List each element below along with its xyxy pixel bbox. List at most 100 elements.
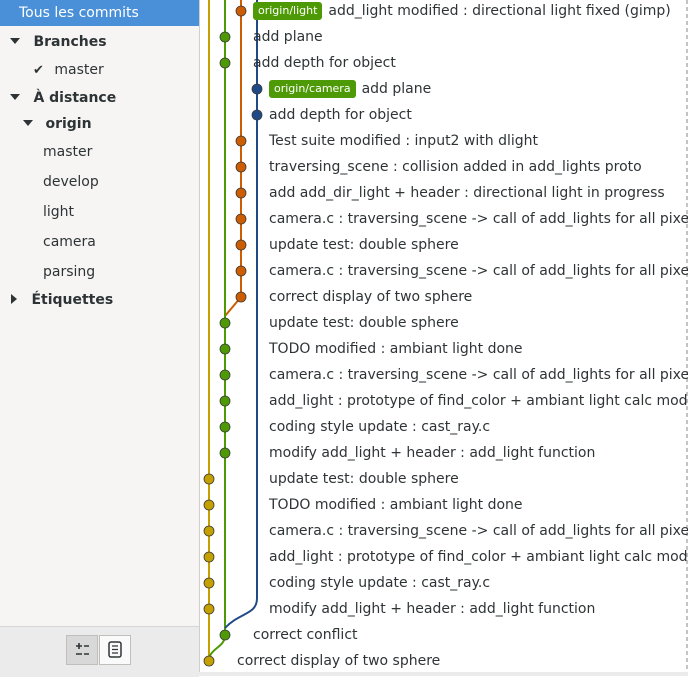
commit-row[interactable]: coding style update : cast_ray.c (200, 570, 688, 596)
branch-label: master (43, 144, 93, 160)
branches-section[interactable]: Branches (0, 29, 199, 55)
commit-row[interactable]: origin/camera add plane (200, 76, 688, 102)
commit-entry: traversing_scene : collision added in ad… (269, 154, 642, 180)
commit-row[interactable]: camera.c : traversing_scene -> call of a… (200, 206, 688, 232)
commit-message: add_light modified : directional light f… (328, 3, 671, 19)
commit-message: Test suite modified : input2 with dlight (269, 133, 538, 149)
commit-row[interactable]: update test: double sphere (200, 232, 688, 258)
commit-row[interactable]: correct conflict (200, 622, 688, 648)
commit-row[interactable]: coding style update : cast_ray.c (200, 414, 688, 440)
sidebar-item-remote-develop[interactable]: develop (0, 169, 199, 195)
commit-entry: origin/light add_light modified : directi… (253, 0, 671, 24)
tags-header: Étiquettes (31, 292, 114, 308)
commit-message: update test: double sphere (269, 237, 459, 253)
commit-row[interactable]: TODO modified : ambiant light done (200, 336, 688, 362)
expand-arrow-icon[interactable] (10, 94, 20, 100)
branches-toggle-icon (76, 643, 89, 655)
commit-row[interactable]: update test: double sphere (200, 310, 688, 336)
all-commits-item[interactable]: Tous les commits (0, 0, 199, 26)
branches-header: Branches (33, 34, 107, 50)
commit-row[interactable]: add_light : prototype of find_color + am… (200, 388, 688, 414)
commit-row[interactable]: correct display of two sphere (200, 284, 688, 310)
sidebar-item-remote-parsing[interactable]: parsing (0, 259, 199, 285)
commit-entry: add depth for object (253, 50, 396, 76)
commit-entry: coding style update : cast_ray.c (269, 414, 490, 440)
sidebar-item-remote-light[interactable]: light (0, 199, 199, 225)
checkmark-icon: ✔ (33, 63, 44, 78)
commit-entry: origin/camera add plane (269, 76, 431, 102)
commit-entry: Test suite modified : input2 with dlight (269, 128, 538, 154)
branch-tag[interactable]: origin/camera (269, 80, 356, 98)
commit-entry: TODO modified : ambiant light done (269, 336, 523, 362)
commit-message: correct display of two sphere (269, 289, 473, 305)
commit-row[interactable]: camera.c : traversing_scene -> call of a… (200, 258, 688, 284)
commit-message: add add_dir_light + header : directional… (269, 185, 665, 201)
commit-row[interactable]: origin/light add_light modified : directi… (200, 0, 688, 24)
commit-list-button[interactable] (99, 635, 131, 665)
commit-message: add_light : prototype of find_color + am… (269, 549, 688, 565)
commit-entry: update test: double sphere (269, 466, 459, 492)
commit-row[interactable]: add add_dir_light + header : directional… (200, 180, 688, 206)
remotes-section[interactable]: À distance (0, 85, 199, 111)
commit-row[interactable]: camera.c : traversing_scene -> call of a… (200, 362, 688, 388)
commit-row[interactable]: add_light : prototype of find_color + am… (200, 544, 688, 570)
expand-arrow-icon[interactable] (23, 120, 33, 126)
commit-entry: add_light : prototype of find_color + am… (269, 544, 688, 570)
commit-entry: update test: double sphere (269, 310, 459, 336)
commit-message: update test: double sphere (269, 315, 459, 331)
commit-message: camera.c : traversing_scene -> call of a… (269, 367, 688, 383)
commit-row[interactable]: modify add_light + header : add_light fu… (200, 440, 688, 466)
commit-row[interactable]: camera.c : traversing_scene -> call of a… (200, 518, 688, 544)
commit-row[interactable]: add depth for object (200, 50, 688, 76)
commit-row[interactable]: correct display of two sphere (200, 648, 688, 674)
commit-entry: camera.c : traversing_scene -> call of a… (269, 362, 688, 388)
commit-message: correct conflict (253, 627, 358, 643)
commit-entry: camera.c : traversing_scene -> call of a… (269, 258, 688, 284)
commit-message: camera.c : traversing_scene -> call of a… (269, 211, 688, 227)
commit-entry: correct display of two sphere (269, 284, 472, 310)
commit-entry: correct display of two sphere (237, 648, 440, 674)
commit-row[interactable]: traversing_scene : collision added in ad… (200, 154, 688, 180)
commit-row[interactable]: add plane (200, 24, 688, 50)
sidebar-item-local-master[interactable]: ✔ master (0, 57, 199, 83)
commit-message: modify add_light + header : add_light fu… (269, 601, 596, 617)
commit-message: add depth for object (253, 55, 396, 71)
branch-label: develop (43, 174, 99, 190)
commit-message: modify add_light + header : add_light fu… (269, 445, 596, 461)
sidebar-item-remote-camera[interactable]: camera (0, 229, 199, 255)
branch-tag[interactable]: origin/light (253, 2, 323, 20)
collapse-arrow-icon[interactable] (11, 294, 17, 304)
commit-message: add plane (253, 29, 323, 45)
commit-entry: camera.c : traversing_scene -> call of a… (269, 206, 688, 232)
tags-section[interactable]: Étiquettes (0, 287, 199, 313)
commit-message: traversing_scene : collision added in ad… (269, 159, 642, 175)
branch-label: parsing (43, 264, 96, 280)
sidebar-footer (0, 626, 199, 677)
commit-entry: add depth for object (269, 102, 412, 128)
sidebar-item-remote-master[interactable]: master (0, 139, 199, 165)
expand-arrow-icon[interactable] (10, 38, 20, 44)
commit-entry: add add_dir_light + header : directional… (269, 180, 665, 206)
commit-message: add plane (361, 81, 432, 97)
commit-row[interactable]: TODO modified : ambiant light done (200, 492, 688, 518)
commit-entry: update test: double sphere (269, 232, 459, 258)
commit-row[interactable]: Test suite modified : input2 with dlight (200, 128, 688, 154)
commit-row[interactable]: modify add_light + header : add_light fu… (200, 596, 688, 622)
remote-origin-item[interactable]: origin (0, 111, 199, 137)
commit-list-icon (108, 641, 122, 658)
commit-row[interactable]: add depth for object (200, 102, 688, 128)
commit-message: camera.c : traversing_scene -> call of a… (269, 523, 688, 539)
remote-header: À distance (33, 90, 117, 106)
status-strip (0, 672, 688, 676)
commit-row[interactable]: update test: double sphere (200, 466, 688, 492)
commit-graph: origin/light add_light modified : directi… (200, 0, 688, 676)
commit-message: coding style update : cast_ray.c (269, 419, 491, 435)
commit-message: camera.c : traversing_scene -> call of a… (269, 263, 688, 279)
commit-entry: correct conflict (253, 622, 358, 648)
commit-message: add_light : prototype of find_color + am… (269, 393, 688, 409)
all-commits-label: Tous les commits (19, 5, 139, 21)
toggle-branches-button[interactable] (66, 635, 98, 665)
commit-entry: TODO modified : ambiant light done (269, 492, 523, 518)
commit-entry: camera.c : traversing_scene -> call of a… (269, 518, 688, 544)
branch-label: light (43, 204, 75, 220)
